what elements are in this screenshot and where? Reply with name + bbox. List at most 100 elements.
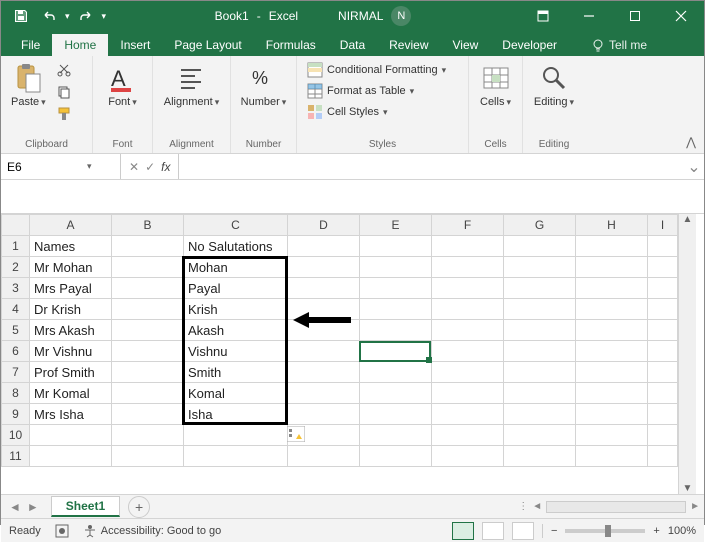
cell[interactable]	[432, 404, 504, 425]
col-header[interactable]: G	[504, 215, 576, 236]
cell[interactable]: Komal	[184, 383, 288, 404]
undo-icon[interactable]	[37, 4, 61, 28]
cell[interactable]	[30, 425, 112, 446]
cell[interactable]	[576, 425, 648, 446]
cell[interactable]	[112, 299, 184, 320]
cell[interactable]	[288, 383, 360, 404]
cell[interactable]: Isha	[184, 404, 288, 425]
zoom-in-button[interactable]: +	[653, 525, 659, 537]
col-header[interactable]: B	[112, 215, 184, 236]
row-header[interactable]: 8	[2, 383, 30, 404]
cell[interactable]	[504, 236, 576, 257]
cell[interactable]: Mrs Isha	[30, 404, 112, 425]
maximize-icon[interactable]	[612, 1, 658, 31]
flash-fill-options-icon[interactable]	[287, 426, 305, 442]
cell[interactable]	[288, 446, 360, 467]
new-sheet-button[interactable]: +	[128, 496, 150, 518]
cell[interactable]	[576, 236, 648, 257]
cell[interactable]: Mr Mohan	[30, 257, 112, 278]
conditional-formatting-button[interactable]: Conditional Formatting▾	[303, 60, 450, 80]
cell[interactable]	[648, 299, 678, 320]
vertical-scrollbar[interactable]: ▲ ▼	[678, 214, 696, 494]
col-header[interactable]: I	[648, 215, 678, 236]
cell[interactable]	[432, 278, 504, 299]
cell[interactable]	[288, 278, 360, 299]
redo-icon[interactable]	[74, 4, 98, 28]
macro-record-icon[interactable]	[55, 524, 69, 538]
user-avatar[interactable]: N	[391, 6, 411, 26]
number-button[interactable]: % Number▾	[237, 60, 291, 110]
cell[interactable]	[360, 383, 432, 404]
sheet-tab[interactable]: Sheet1	[51, 496, 120, 517]
cell[interactable]: Prof Smith	[30, 362, 112, 383]
cell[interactable]	[360, 404, 432, 425]
cell[interactable]	[360, 320, 432, 341]
enter-formula-icon[interactable]: ✓	[145, 160, 155, 174]
cell[interactable]: Mrs Akash	[30, 320, 112, 341]
row-header[interactable]: 5	[2, 320, 30, 341]
tab-formulas[interactable]: Formulas	[254, 34, 328, 56]
editing-button[interactable]: Editing▾	[530, 60, 578, 110]
tab-file[interactable]: File	[9, 34, 52, 56]
cell[interactable]	[112, 383, 184, 404]
formula-input[interactable]	[179, 154, 684, 179]
cell[interactable]	[648, 341, 678, 362]
normal-view-button[interactable]	[452, 522, 474, 540]
cell[interactable]: Mr Komal	[30, 383, 112, 404]
cell[interactable]	[432, 236, 504, 257]
cell[interactable]	[576, 278, 648, 299]
cell[interactable]	[360, 362, 432, 383]
cell[interactable]: Mohan	[184, 257, 288, 278]
cell[interactable]	[112, 425, 184, 446]
cell[interactable]	[288, 320, 360, 341]
cell[interactable]: Smith	[184, 362, 288, 383]
cell[interactable]	[432, 425, 504, 446]
cell[interactable]	[504, 383, 576, 404]
cell[interactable]	[112, 278, 184, 299]
cell[interactable]	[432, 383, 504, 404]
cell[interactable]	[504, 446, 576, 467]
cell[interactable]	[30, 446, 112, 467]
row-header[interactable]: 10	[2, 425, 30, 446]
cell[interactable]	[504, 320, 576, 341]
col-header[interactable]: F	[432, 215, 504, 236]
cell[interactable]	[288, 362, 360, 383]
cell[interactable]: Mr Vishnu	[30, 341, 112, 362]
cell[interactable]	[288, 299, 360, 320]
cell[interactable]	[112, 341, 184, 362]
close-icon[interactable]	[658, 1, 704, 31]
cell[interactable]	[288, 341, 360, 362]
tab-page-layout[interactable]: Page Layout	[162, 34, 253, 56]
cell[interactable]: Names	[30, 236, 112, 257]
cell[interactable]	[576, 299, 648, 320]
scroll-up-icon[interactable]: ▲	[683, 214, 693, 225]
spreadsheet-grid[interactable]: A B C D E F G H I 1NamesNo Salutations2M…	[1, 214, 678, 467]
cell[interactable]: Vishnu	[184, 341, 288, 362]
tab-review[interactable]: Review	[377, 34, 440, 56]
cell[interactable]	[576, 362, 648, 383]
col-header[interactable]: C	[184, 215, 288, 236]
cell[interactable]	[360, 341, 432, 362]
sheet-nav-prev-icon[interactable]: ◄	[9, 500, 21, 514]
cell[interactable]	[576, 341, 648, 362]
undo-dropdown-icon[interactable]: ▾	[65, 11, 70, 22]
cell[interactable]	[360, 278, 432, 299]
col-header[interactable]: D	[288, 215, 360, 236]
cell[interactable]: Krish	[184, 299, 288, 320]
cell[interactable]	[184, 446, 288, 467]
row-header[interactable]: 7	[2, 362, 30, 383]
zoom-out-button[interactable]: −	[551, 525, 557, 537]
row-header[interactable]: 11	[2, 446, 30, 467]
cell[interactable]	[432, 257, 504, 278]
cell[interactable]	[504, 299, 576, 320]
cells-button[interactable]: Cells▾	[476, 60, 516, 110]
cell[interactable]	[360, 236, 432, 257]
tab-data[interactable]: Data	[328, 34, 377, 56]
cell[interactable]	[576, 383, 648, 404]
cell[interactable]	[504, 404, 576, 425]
alignment-button[interactable]: Alignment▾	[160, 60, 223, 110]
row-header[interactable]: 3	[2, 278, 30, 299]
expand-formula-bar-icon[interactable]: ⌄	[684, 154, 704, 179]
format-as-table-button[interactable]: Format as Table▾	[303, 81, 418, 101]
cell[interactable]: No Salutations	[184, 236, 288, 257]
